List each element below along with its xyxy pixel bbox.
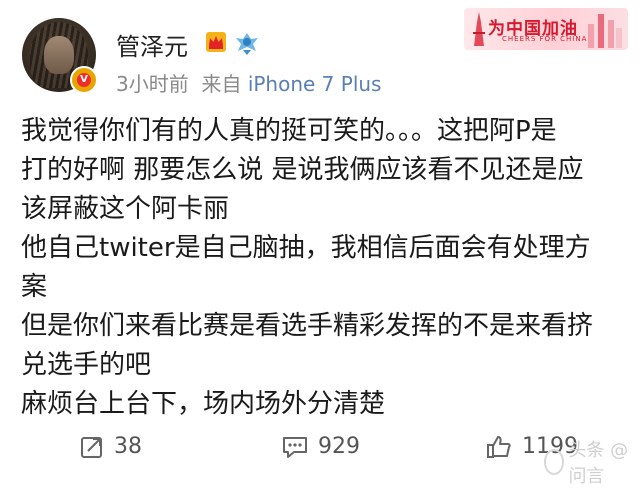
- verified-mark: V: [77, 73, 91, 87]
- content-line: 但是你们来看比赛是看选手精彩发挥的不是来看挤: [21, 311, 594, 341]
- content-line: 他自己twiter是自己脑抽，我相信后面会有处理方: [21, 233, 591, 263]
- content-line: 麻烦台上台下，场内场外分清楚: [21, 389, 386, 419]
- source-link[interactable]: iPhone 7 Plus: [248, 72, 382, 96]
- post-meta: 3小时前 来自 iPhone 7 Plus: [116, 68, 381, 97]
- watermark-logo-icon: [544, 449, 565, 475]
- skyline-icon: [588, 14, 622, 48]
- comment-button[interactable]: 929: [282, 434, 360, 459]
- content-line: 兑选手的吧: [21, 350, 152, 380]
- comment-count: 929: [318, 434, 360, 459]
- repost-icon: [81, 436, 102, 458]
- source-prefix: 来自: [201, 72, 242, 96]
- avatar-face: [44, 36, 74, 74]
- thumbs-up-icon: [487, 435, 511, 458]
- content-line: 我觉得你们有的人真的挺可笑的。。。这把阿P是: [21, 116, 557, 146]
- verified-badge-icon: V: [70, 66, 98, 94]
- comment-icon: [283, 436, 307, 458]
- post-content: 我觉得你们有的人真的挺可笑的。。。这把阿P是 打的好啊 那要怎么说 是说我俩应该…: [21, 112, 621, 424]
- content-line: 该屏蔽这个阿卡丽: [21, 194, 230, 224]
- username[interactable]: 管泽元: [116, 27, 188, 62]
- repost-button[interactable]: 38: [80, 434, 142, 459]
- post-time: 3小时前: [116, 72, 189, 96]
- watermark-text: 头条 @问言: [568, 440, 629, 487]
- level-wings-icon: [236, 33, 258, 55]
- crown-icon: [206, 32, 226, 52]
- watermark: 头条 @问言: [544, 436, 640, 488]
- content-line: 案: [21, 272, 48, 302]
- cheers-for-china-badge[interactable]: 为中国加油 CHEERS FOR CHINA: [464, 8, 628, 50]
- content-line: 打的好啊 那要怎么说 是说我俩应该看不见还是应: [21, 155, 584, 185]
- tower-icon: [473, 12, 485, 46]
- badge-subtitle: CHEERS FOR CHINA: [502, 35, 588, 43]
- repost-count: 38: [114, 434, 142, 459]
